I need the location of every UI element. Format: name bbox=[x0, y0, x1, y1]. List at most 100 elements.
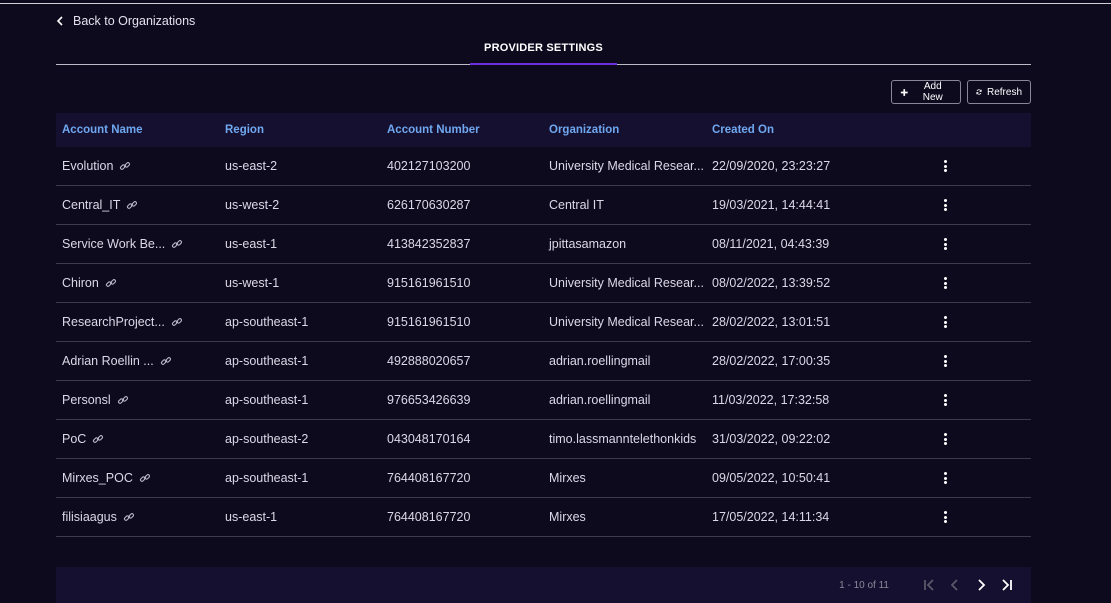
cell-account-name: Service Work Be... bbox=[56, 237, 219, 251]
cell-organization: University Medical Resear... bbox=[549, 276, 704, 290]
back-link[interactable]: Back to Organizations bbox=[56, 13, 195, 29]
table-header: Account Name Region Account Number Organ… bbox=[56, 113, 1031, 147]
cell-region: us-west-2 bbox=[225, 198, 280, 212]
kebab-menu-icon[interactable] bbox=[944, 160, 948, 172]
link-icon[interactable] bbox=[117, 394, 129, 406]
account-name-text[interactable]: Mirxes_POC bbox=[62, 471, 133, 485]
cell-region: ap-southeast-1 bbox=[225, 315, 309, 329]
kebab-menu-icon[interactable] bbox=[944, 316, 948, 328]
link-icon[interactable] bbox=[105, 277, 117, 289]
table-body: Evolution us-east-2 402127103200 University… bbox=[56, 147, 1031, 537]
cell-organization: adrian.roellingmail bbox=[549, 393, 651, 407]
cell-account-name: Mirxes_POC bbox=[56, 471, 219, 485]
cell-region: us-east-1 bbox=[225, 237, 278, 251]
column-header-created-on[interactable]: Created On bbox=[706, 124, 942, 136]
last-page-button[interactable] bbox=[999, 577, 1015, 593]
kebab-menu-icon[interactable] bbox=[944, 511, 948, 523]
cell-actions bbox=[942, 394, 1031, 406]
account-name-text[interactable]: Evolution bbox=[62, 159, 113, 173]
table-row[interactable]: Mirxes_POC ap-southeast-1 764408167720 Mirx… bbox=[56, 459, 1031, 498]
cell-created-on: 09/05/2022, 10:50:41 bbox=[712, 471, 831, 485]
cell-account-number: 764408167720 bbox=[387, 471, 471, 485]
cell-organization: timo.lassmanntelethonkids bbox=[549, 432, 697, 446]
link-icon[interactable] bbox=[171, 316, 183, 328]
cell-account-name: ResearchProject... bbox=[56, 315, 219, 329]
kebab-menu-icon[interactable] bbox=[944, 355, 948, 367]
kebab-menu-icon[interactable] bbox=[944, 238, 948, 250]
account-name-text[interactable]: Central_IT bbox=[62, 198, 120, 212]
account-name-text[interactable]: PoC bbox=[62, 432, 86, 446]
table-row[interactable]: Personsl ap-southeast-1 976653426639 adrian… bbox=[56, 381, 1031, 420]
cell-account-number: 043048170164 bbox=[387, 432, 471, 446]
link-icon[interactable] bbox=[171, 238, 183, 250]
table-row[interactable]: PoC ap-southeast-2 043048170164 timo.lassma… bbox=[56, 420, 1031, 459]
table-row[interactable]: Adrian Roellin ... ap-southeast-1 49288802… bbox=[56, 342, 1031, 381]
cell-created-on: 28/02/2022, 13:01:51 bbox=[712, 315, 831, 329]
table-row[interactable]: Central_IT us-west-2 626170630287 Central I… bbox=[56, 186, 1031, 225]
top-divider bbox=[0, 3, 1111, 4]
cell-account-number: 764408167720 bbox=[387, 510, 471, 524]
link-icon[interactable] bbox=[126, 199, 138, 211]
cell-actions bbox=[942, 472, 1031, 484]
cell-actions bbox=[942, 238, 1031, 250]
accounts-table: Account Name Region Account Number Organ… bbox=[56, 113, 1031, 537]
next-page-button[interactable] bbox=[973, 577, 989, 593]
cell-account-name: Central_IT bbox=[56, 198, 219, 212]
table-row[interactable]: filisiaagus us-east-1 764408167720 Mirxes 17… bbox=[56, 498, 1031, 537]
table-row[interactable]: ResearchProject... ap-southeast-1 91516196… bbox=[56, 303, 1031, 342]
account-name-text[interactable]: Chiron bbox=[62, 276, 99, 290]
cell-actions bbox=[942, 511, 1031, 523]
link-icon[interactable] bbox=[92, 433, 104, 445]
prev-page-icon bbox=[950, 579, 958, 591]
cell-account-name: Personsl bbox=[56, 393, 219, 407]
cell-region: us-east-1 bbox=[225, 510, 278, 524]
column-header-organization[interactable]: Organization bbox=[543, 124, 706, 136]
add-new-label: Add New bbox=[922, 81, 943, 103]
cell-actions bbox=[942, 355, 1031, 367]
column-header-region[interactable]: Region bbox=[219, 124, 381, 136]
account-name-text[interactable]: filisiaagus bbox=[62, 510, 117, 524]
column-header-account-name[interactable]: Account Name bbox=[56, 124, 219, 136]
link-icon[interactable] bbox=[123, 511, 135, 523]
cell-actions bbox=[942, 433, 1031, 445]
cell-organization: University Medical Resear... bbox=[549, 159, 704, 173]
kebab-menu-icon[interactable] bbox=[944, 277, 948, 289]
column-header-account-number[interactable]: Account Number bbox=[381, 124, 543, 136]
cell-account-name: PoC bbox=[56, 432, 219, 446]
cell-account-number: 915161961510 bbox=[387, 315, 471, 329]
tab-provider-settings[interactable]: PROVIDER SETTINGS bbox=[470, 33, 617, 65]
first-page-button[interactable] bbox=[921, 577, 937, 593]
cell-account-number: 976653426639 bbox=[387, 393, 471, 407]
cell-organization: Central IT bbox=[549, 198, 604, 212]
refresh-icon bbox=[976, 89, 982, 95]
cell-account-number: 626170630287 bbox=[387, 198, 471, 212]
link-icon[interactable] bbox=[119, 160, 131, 172]
cell-organization: University Medical Resear... bbox=[549, 315, 704, 329]
table-row[interactable]: Chiron us-west-1 915161961510 University Me… bbox=[56, 264, 1031, 303]
last-page-icon bbox=[1002, 579, 1012, 591]
prev-page-button[interactable] bbox=[947, 577, 963, 593]
account-name-text[interactable]: Adrian Roellin ... bbox=[62, 354, 154, 368]
cell-region: ap-southeast-1 bbox=[225, 471, 309, 485]
account-name-text[interactable]: ResearchProject... bbox=[62, 315, 165, 329]
link-icon[interactable] bbox=[139, 472, 151, 484]
cell-region: us-west-1 bbox=[225, 276, 280, 290]
account-name-text[interactable]: Personsl bbox=[62, 393, 111, 407]
cell-actions bbox=[942, 160, 1031, 172]
cell-account-name: Adrian Roellin ... bbox=[56, 354, 219, 368]
add-new-button[interactable]: Add New bbox=[891, 80, 961, 104]
table-row[interactable]: Evolution us-east-2 402127103200 University… bbox=[56, 147, 1031, 186]
kebab-menu-icon[interactable] bbox=[944, 472, 948, 484]
account-name-text[interactable]: Service Work Be... bbox=[62, 237, 165, 251]
cell-organization: Mirxes bbox=[549, 471, 586, 485]
kebab-menu-icon[interactable] bbox=[944, 394, 948, 406]
refresh-label: Refresh bbox=[986, 86, 1022, 98]
kebab-menu-icon[interactable] bbox=[944, 433, 948, 445]
cell-created-on: 11/03/2022, 17:32:58 bbox=[712, 393, 830, 407]
chevron-left-icon bbox=[56, 16, 63, 26]
cell-actions bbox=[942, 199, 1031, 211]
kebab-menu-icon[interactable] bbox=[944, 199, 948, 211]
link-icon[interactable] bbox=[160, 355, 172, 367]
refresh-button[interactable]: Refresh bbox=[967, 80, 1031, 104]
table-row[interactable]: Service Work Be... us-east-1 413842352837 j… bbox=[56, 225, 1031, 264]
